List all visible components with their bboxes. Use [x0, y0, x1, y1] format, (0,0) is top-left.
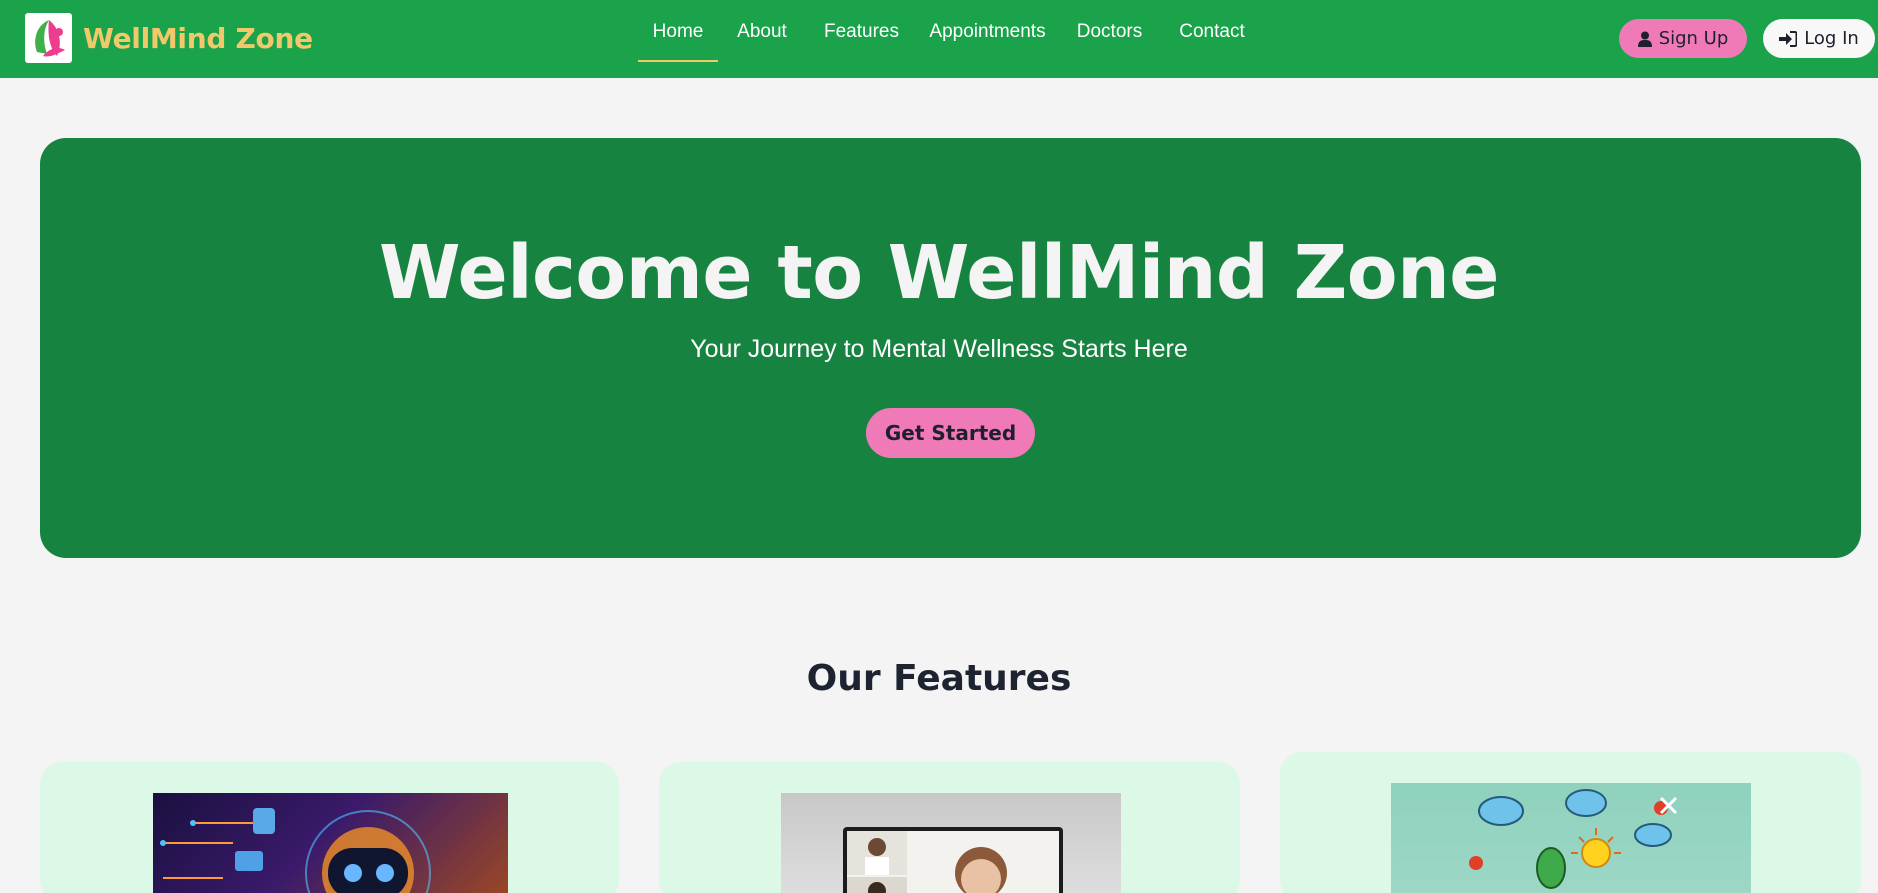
features-heading: Our Features [806, 658, 1072, 699]
nav-about[interactable]: About [718, 0, 806, 64]
top-navbar: WellMind Zone Home About Features Appoin… [0, 0, 1878, 78]
log-in-button[interactable]: Log In [1763, 19, 1875, 58]
video-consultation-image [781, 793, 1121, 893]
hero-subtitle: Your Journey to Mental Wellness Starts H… [690, 335, 1188, 363]
hero-title: Welcome to WellMind Zone [379, 230, 1499, 316]
sign-up-label: Sign Up [1658, 28, 1729, 49]
creative-doodle-lightbulb-image [1391, 783, 1751, 893]
sign-up-button[interactable]: Sign Up [1619, 19, 1747, 58]
nav-doctors[interactable]: Doctors [1058, 0, 1161, 64]
feature-card-video-consult[interactable] [659, 762, 1240, 893]
feature-card-ai-chat[interactable] [40, 762, 619, 893]
user-icon [1637, 31, 1652, 47]
feature-card-creative[interactable] [1280, 752, 1861, 893]
nav-home[interactable]: Home [638, 0, 718, 64]
nav-appointments[interactable]: Appointments [917, 0, 1058, 64]
brand[interactable]: WellMind Zone [25, 13, 313, 63]
log-in-label: Log In [1804, 28, 1859, 49]
brand-name: WellMind Zone [83, 21, 313, 55]
ai-robot-chatbot-image [153, 793, 508, 893]
nav-features[interactable]: Features [806, 0, 917, 64]
get-started-button[interactable]: Get Started [866, 408, 1035, 458]
main-nav: Home About Features Appointments Doctors… [638, 0, 1263, 64]
sign-in-icon [1779, 30, 1798, 47]
logo-icon [25, 13, 72, 63]
nav-contact[interactable]: Contact [1161, 0, 1263, 64]
